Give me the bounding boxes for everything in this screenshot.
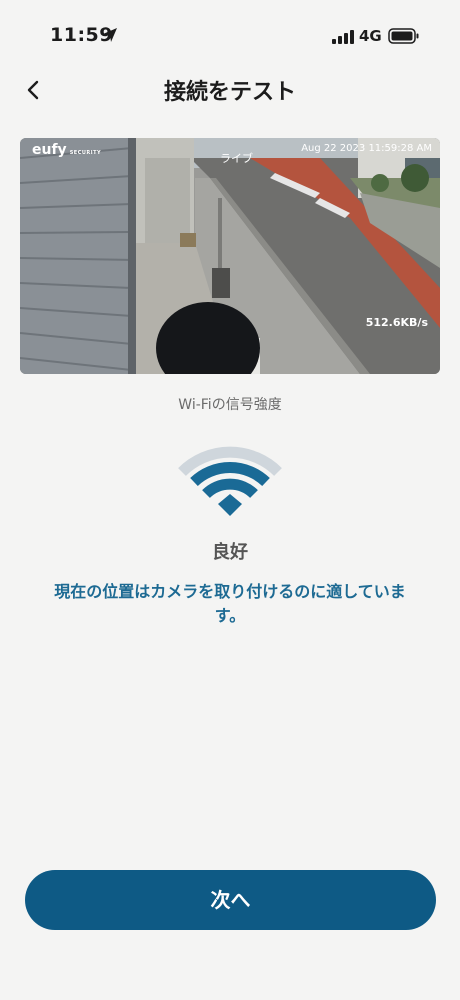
cellular-signal-icon (332, 30, 354, 44)
wifi-signal-icon (178, 446, 282, 516)
signal-quality: 良好 (212, 542, 248, 563)
signal-message: 現在の位置はカメラを取り付けるのに適しています。 (54, 582, 406, 625)
nav-bar: 接続をテスト (0, 64, 460, 114)
camera-scene-image (20, 138, 440, 374)
network-type: 4G (359, 27, 382, 45)
brand-logo: eufy SECURITY (32, 142, 102, 158)
battery-icon (388, 28, 419, 44)
camera-timestamp: Aug 22 2023 11:59:28 AM (301, 143, 432, 154)
camera-live-preview: eufy SECURITY ライブ Aug 22 2023 11:59:28 AM… (20, 138, 440, 374)
page-title: 接続をテスト (163, 80, 296, 105)
status-bar: 11:59 4G (0, 0, 460, 64)
live-label: ライブ (220, 152, 253, 165)
next-button[interactable]: 次へ (25, 870, 436, 930)
location-arrow-icon (103, 28, 117, 42)
bitrate-readout: 512.6KB/s (365, 316, 428, 329)
wifi-strength-label: Wi-Fiの信号強度 (178, 397, 282, 413)
